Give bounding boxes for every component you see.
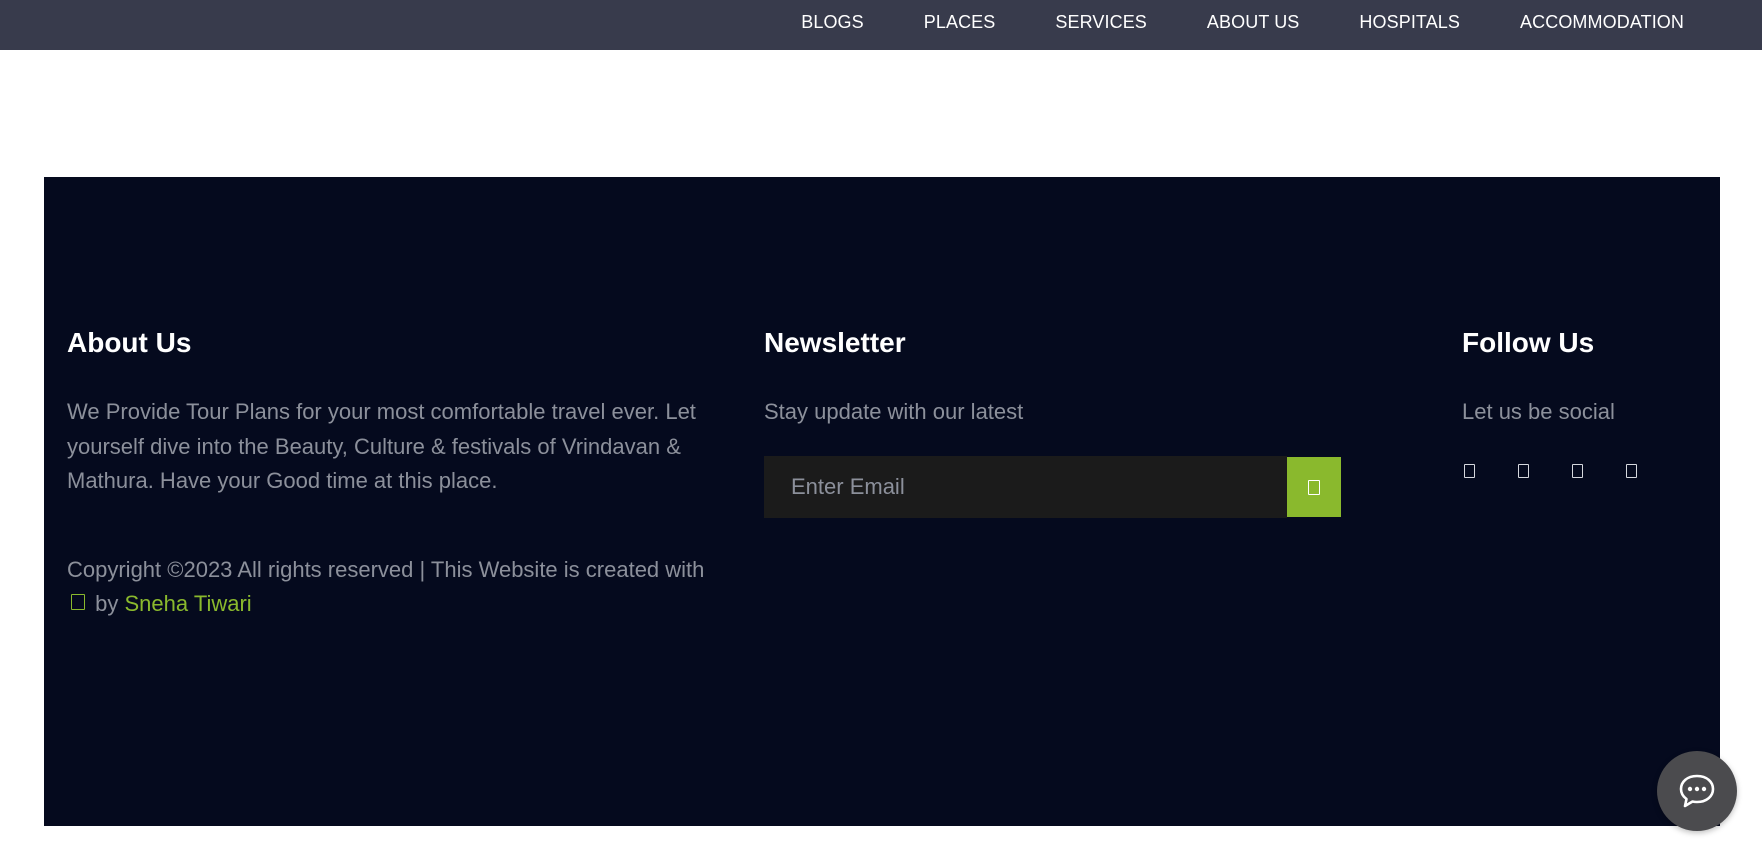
about-text: We Provide Tour Plans for your most comf… (67, 399, 696, 493)
copyright-prefix: Copyright ©2023 All rights reserved | Th… (67, 556, 705, 582)
newsletter-text: Stay update with our latest (764, 399, 1024, 424)
copyright-by: by (95, 591, 119, 616)
newsletter-section: Newsletter Stay update with our latest (764, 325, 1364, 518)
follow-heading: Follow Us (1462, 327, 1595, 358)
twitter-icon (1518, 464, 1529, 478)
site-footer: About Us We Provide Tour Plans for your … (44, 177, 1720, 826)
nav-item-hospitals[interactable]: HOSPITALS (1359, 12, 1460, 33)
top-navbar: BLOGS PLACES SERVICES ABOUT US HOSPITALS… (0, 0, 1762, 50)
instagram-icon (1572, 464, 1583, 478)
nav-item-services[interactable]: SERVICES (1055, 12, 1147, 33)
chat-bubble-icon (1679, 774, 1715, 808)
social-links (1462, 460, 1678, 482)
about-heading: About Us (67, 327, 192, 358)
nav-item-blogs[interactable]: BLOGS (801, 12, 864, 33)
paper-plane-icon (1308, 479, 1320, 495)
twitter-link[interactable] (1516, 460, 1570, 482)
nav-menu: BLOGS PLACES SERVICES ABOUT US HOSPITALS… (741, 0, 1762, 45)
author-link[interactable]: Sneha Tiwari (125, 591, 252, 616)
heart-icon (71, 594, 85, 610)
follow-text: Let us be social (1462, 399, 1615, 424)
newsletter-heading: Newsletter (764, 327, 906, 358)
chat-button[interactable] (1657, 751, 1737, 831)
about-section: About Us We Provide Tour Plans for your … (67, 325, 727, 622)
newsletter-form (764, 456, 1341, 518)
email-input[interactable] (764, 456, 1287, 518)
follow-section: Follow Us Let us be social (1462, 325, 1702, 478)
copyright-text: Copyright ©2023 All rights reserved | Th… (67, 553, 727, 622)
facebook-icon (1464, 464, 1475, 478)
linkedin-link[interactable] (1624, 460, 1678, 482)
nav-item-accommodation[interactable]: ACCOMMODATION (1520, 12, 1684, 33)
instagram-link[interactable] (1570, 460, 1624, 482)
nav-item-about-us[interactable]: ABOUT US (1207, 12, 1300, 33)
newsletter-submit-button[interactable] (1287, 457, 1341, 517)
facebook-link[interactable] (1462, 460, 1516, 482)
nav-item-places[interactable]: PLACES (924, 12, 996, 33)
linkedin-icon (1626, 464, 1637, 478)
